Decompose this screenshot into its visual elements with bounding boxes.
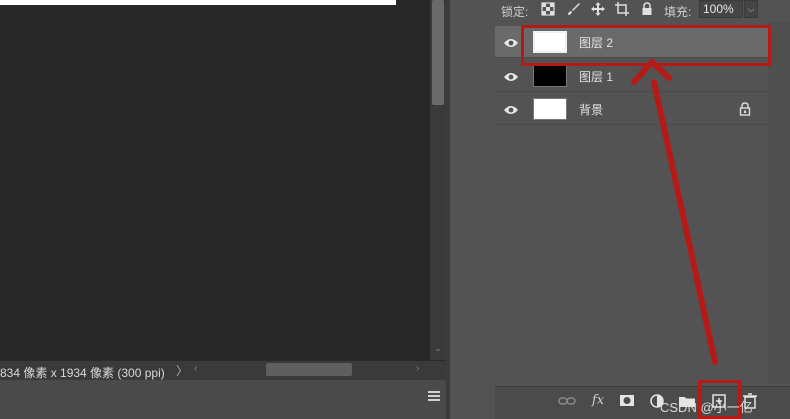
scroll-left-arrow-icon[interactable]: ‹ xyxy=(194,363,197,374)
visibility-eye-icon[interactable] xyxy=(503,36,519,48)
layer-thumbnail[interactable] xyxy=(533,98,567,120)
document-image-edge xyxy=(0,0,396,5)
lock-label: 锁定: xyxy=(501,5,529,19)
vertical-scrollbar-thumb[interactable] xyxy=(432,0,444,105)
add-mask-icon[interactable] xyxy=(618,392,636,410)
status-menu-arrow-icon[interactable]: 〉 xyxy=(176,362,188,379)
scroll-down-arrow-icon[interactable]: ⌄ xyxy=(432,341,444,355)
annotation-highlight-layer2 xyxy=(521,25,771,66)
status-bar: 834 像素 x 1934 像素 (300 ppi) 〉 ‹ › xyxy=(0,360,446,380)
layer-thumbnail[interactable] xyxy=(533,65,567,87)
lock-all-icon[interactable] xyxy=(640,2,654,16)
lock-artboard-crop-icon[interactable] xyxy=(615,2,629,16)
lock-position-move-icon[interactable] xyxy=(591,2,605,16)
fx-icon[interactable]: fx xyxy=(589,392,607,410)
panel-dock-column xyxy=(450,0,495,419)
fill-opacity-input[interactable]: 100% xyxy=(699,0,743,18)
lock-image-pixels-brush-icon[interactable] xyxy=(567,2,581,16)
scroll-right-arrow-icon[interactable]: › xyxy=(416,363,419,374)
visibility-eye-icon[interactable] xyxy=(503,70,519,82)
layer-name[interactable]: 图层 1 xyxy=(579,68,613,85)
layer-lock-icon[interactable] xyxy=(739,102,751,116)
document-canvas[interactable] xyxy=(0,0,430,360)
lock-transparent-pixels-icon[interactable] xyxy=(541,2,555,16)
lower-panel-area xyxy=(0,380,446,419)
document-size-readout: 834 像素 x 1934 像素 (300 ppi) xyxy=(0,366,165,380)
horizontal-scrollbar-thumb[interactable] xyxy=(266,363,352,376)
link-layers-icon[interactable] xyxy=(558,392,576,410)
fill-dropdown-chevron-icon[interactable]: ⌵ xyxy=(744,0,758,18)
fill-label: 填充: xyxy=(664,5,692,19)
visibility-eye-icon[interactable] xyxy=(503,103,519,115)
layer-name[interactable]: 背景 xyxy=(579,101,603,118)
panel-menu-icon[interactable] xyxy=(428,391,440,401)
layers-scrollbar[interactable] xyxy=(768,22,790,384)
watermark-text: CSDN @小一亿 xyxy=(660,400,753,415)
layer-row-background[interactable]: 背景 xyxy=(495,93,768,125)
